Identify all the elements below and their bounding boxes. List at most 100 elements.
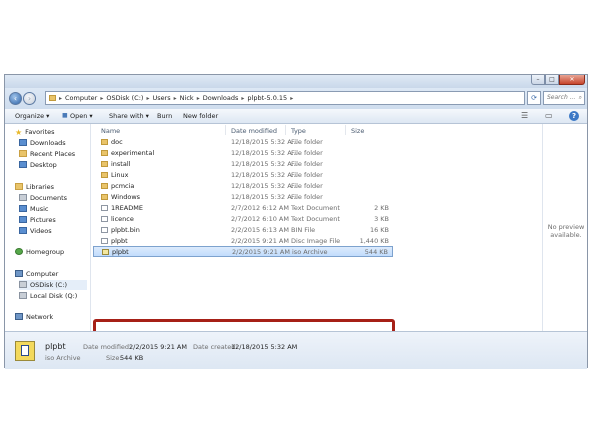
open-button[interactable]: Open ▾ xyxy=(70,112,93,120)
breadcrumb-nick[interactable]: Nick xyxy=(180,94,194,102)
disc-image-icon xyxy=(101,238,108,244)
recent-places-icon xyxy=(19,150,27,157)
folder-icon xyxy=(101,161,108,167)
folder-icon xyxy=(101,150,108,156)
new-folder-button[interactable]: New folder xyxy=(183,112,218,120)
address-bar: ‹ › ▸ Computer ▸ OSDisk (C:) ▸ Users ▸ N… xyxy=(5,88,587,109)
chevron-right-icon: ▸ xyxy=(173,94,177,102)
computer-icon xyxy=(15,270,23,277)
explorer-window: – □ ✕ ‹ › ▸ Computer ▸ OSDisk (C:) ▸ Use… xyxy=(4,74,589,369)
share-with-button[interactable]: Share with ▾ xyxy=(109,112,149,120)
drive-icon xyxy=(19,281,27,288)
iso-archive-icon xyxy=(102,249,109,255)
view-options-icon[interactable]: ☰ xyxy=(521,111,528,120)
sidebar-item-pictures[interactable]: Pictures xyxy=(19,215,56,225)
sidebar-item-osdisk[interactable]: OSDisk (C:) xyxy=(19,280,87,290)
table-row[interactable]: pcmcia 12/18/2015 5:32 A... File folder xyxy=(93,181,393,192)
column-divider[interactable] xyxy=(225,125,226,135)
drive-icon xyxy=(19,292,27,299)
sidebar-item-documents[interactable]: Documents xyxy=(19,193,67,203)
details-filename: plpbt xyxy=(45,342,66,351)
table-row[interactable]: Linux 12/18/2015 5:32 A... File folder xyxy=(93,170,393,181)
chevron-right-icon: ▸ xyxy=(241,94,245,102)
bin-file-icon xyxy=(101,227,108,233)
folder-icon xyxy=(101,183,108,189)
table-row[interactable]: licence 2/7/2012 6:10 AM Text Document 3 KB xyxy=(93,214,393,225)
sidebar-item-libraries[interactable]: Libraries xyxy=(15,182,54,192)
folder-icon xyxy=(49,95,56,101)
forward-arrow-icon[interactable]: › xyxy=(23,92,36,105)
preview-pane: No preview available. xyxy=(542,124,589,343)
maximize-button[interactable]: □ xyxy=(545,75,559,85)
breadcrumb-computer[interactable]: Computer xyxy=(65,94,97,102)
search-placeholder: Search ... xyxy=(547,94,576,101)
column-header-name[interactable]: Name xyxy=(101,127,120,135)
chevron-right-icon: ▸ xyxy=(100,94,104,102)
network-icon xyxy=(15,313,23,320)
chevron-right-icon: ▸ xyxy=(146,94,150,102)
search-icon: ⌕ xyxy=(578,94,582,101)
refresh-icon[interactable]: ⟳ xyxy=(527,91,541,105)
search-input[interactable]: Search ... ⌕ xyxy=(543,91,585,105)
column-header-date[interactable]: Date modified xyxy=(231,127,277,135)
sidebar-item-local-disk[interactable]: Local Disk (Q:) xyxy=(19,291,77,301)
back-arrow-icon[interactable]: ‹ xyxy=(9,92,22,105)
open-icon: ■ xyxy=(62,112,68,119)
help-icon[interactable]: ? xyxy=(569,111,579,121)
column-header-size[interactable]: Size xyxy=(351,127,364,135)
navigation-pane: ★ Favorites Downloads Recent Places Deskt… xyxy=(5,124,91,343)
breadcrumb-downloads[interactable]: Downloads xyxy=(203,94,239,102)
videos-icon xyxy=(19,227,27,234)
table-row-selected[interactable]: plpbt 2/2/2015 9:21 AM iso Archive 544 KB xyxy=(93,246,393,257)
command-bar: Organize ▾ ■ Open ▾ Share with ▾ Burn Ne… xyxy=(5,109,587,124)
burn-button[interactable]: Burn xyxy=(157,112,172,120)
sidebar-item-downloads[interactable]: Downloads xyxy=(19,138,66,148)
folder-icon xyxy=(101,194,108,200)
text-file-icon xyxy=(101,216,108,222)
details-size: 544 KB xyxy=(120,354,144,362)
sidebar-item-videos[interactable]: Videos xyxy=(19,226,52,236)
iso-archive-icon xyxy=(15,341,35,361)
sidebar-item-music[interactable]: Music xyxy=(19,204,49,214)
star-icon: ★ xyxy=(15,128,23,137)
table-row[interactable]: install 12/18/2015 5:32 A... File folder xyxy=(93,159,393,170)
column-header-type[interactable]: Type xyxy=(291,127,306,135)
table-row[interactable]: experimental 12/18/2015 5:32 A... File fol… xyxy=(93,148,393,159)
folder-icon xyxy=(101,172,108,178)
breadcrumb[interactable]: ▸ Computer ▸ OSDisk (C:) ▸ Users ▸ Nick … xyxy=(45,91,525,105)
table-row[interactable]: Windows 12/18/2015 5:32 A... File folder xyxy=(93,192,393,203)
preview-message: No preview available. xyxy=(547,223,585,239)
table-row[interactable]: plpbt 2/2/2015 9:21 AM Disc Image File 1,44… xyxy=(93,236,393,247)
breadcrumb-users[interactable]: Users xyxy=(152,94,170,102)
column-divider[interactable] xyxy=(345,125,346,135)
details-date-modified: 2/2/2015 9:21 AM xyxy=(129,343,187,351)
documents-icon xyxy=(19,194,27,201)
pictures-icon xyxy=(19,216,27,223)
sidebar-item-recent-places[interactable]: Recent Places xyxy=(19,149,75,159)
table-row[interactable]: plpbt.bin 2/2/2015 6:13 AM BIN File 16 KB xyxy=(93,225,393,236)
text-file-icon xyxy=(101,205,108,211)
sidebar-item-homegroup[interactable]: Homegroup xyxy=(15,247,64,257)
table-row[interactable]: 1README 2/7/2012 6:12 AM Text Document 2 KB xyxy=(93,203,393,214)
table-row[interactable]: doc 12/18/2015 5:32 A... File folder xyxy=(93,137,393,148)
details-pane: plpbt iso Archive Date modified: 2/2/201… xyxy=(5,331,587,369)
preview-pane-icon[interactable]: ▭ xyxy=(545,111,553,120)
details-date-created: 12/18/2015 5:32 AM xyxy=(231,343,298,351)
sidebar-item-computer[interactable]: Computer xyxy=(15,269,58,279)
chevron-right-icon: ▸ xyxy=(59,94,63,102)
homegroup-icon xyxy=(15,248,23,255)
minimize-button[interactable]: – xyxy=(531,75,545,85)
libraries-icon xyxy=(15,183,23,190)
sidebar-item-desktop[interactable]: Desktop xyxy=(19,160,57,170)
column-headers: Name Date modified Type Size xyxy=(91,124,541,136)
breadcrumb-osdisk[interactable]: OSDisk (C:) xyxy=(106,94,143,102)
music-icon xyxy=(19,205,27,212)
breadcrumb-plpbt[interactable]: plpbt-5.0.15 xyxy=(247,94,287,102)
sidebar-item-favorites[interactable]: ★ Favorites xyxy=(15,127,55,137)
details-filetype: iso Archive xyxy=(45,354,81,362)
organize-button[interactable]: Organize ▾ xyxy=(15,112,49,120)
column-divider[interactable] xyxy=(285,125,286,135)
details-date-modified-label: Date modified: xyxy=(83,343,132,351)
close-button[interactable]: ✕ xyxy=(559,75,585,85)
sidebar-item-network[interactable]: Network xyxy=(15,312,53,322)
